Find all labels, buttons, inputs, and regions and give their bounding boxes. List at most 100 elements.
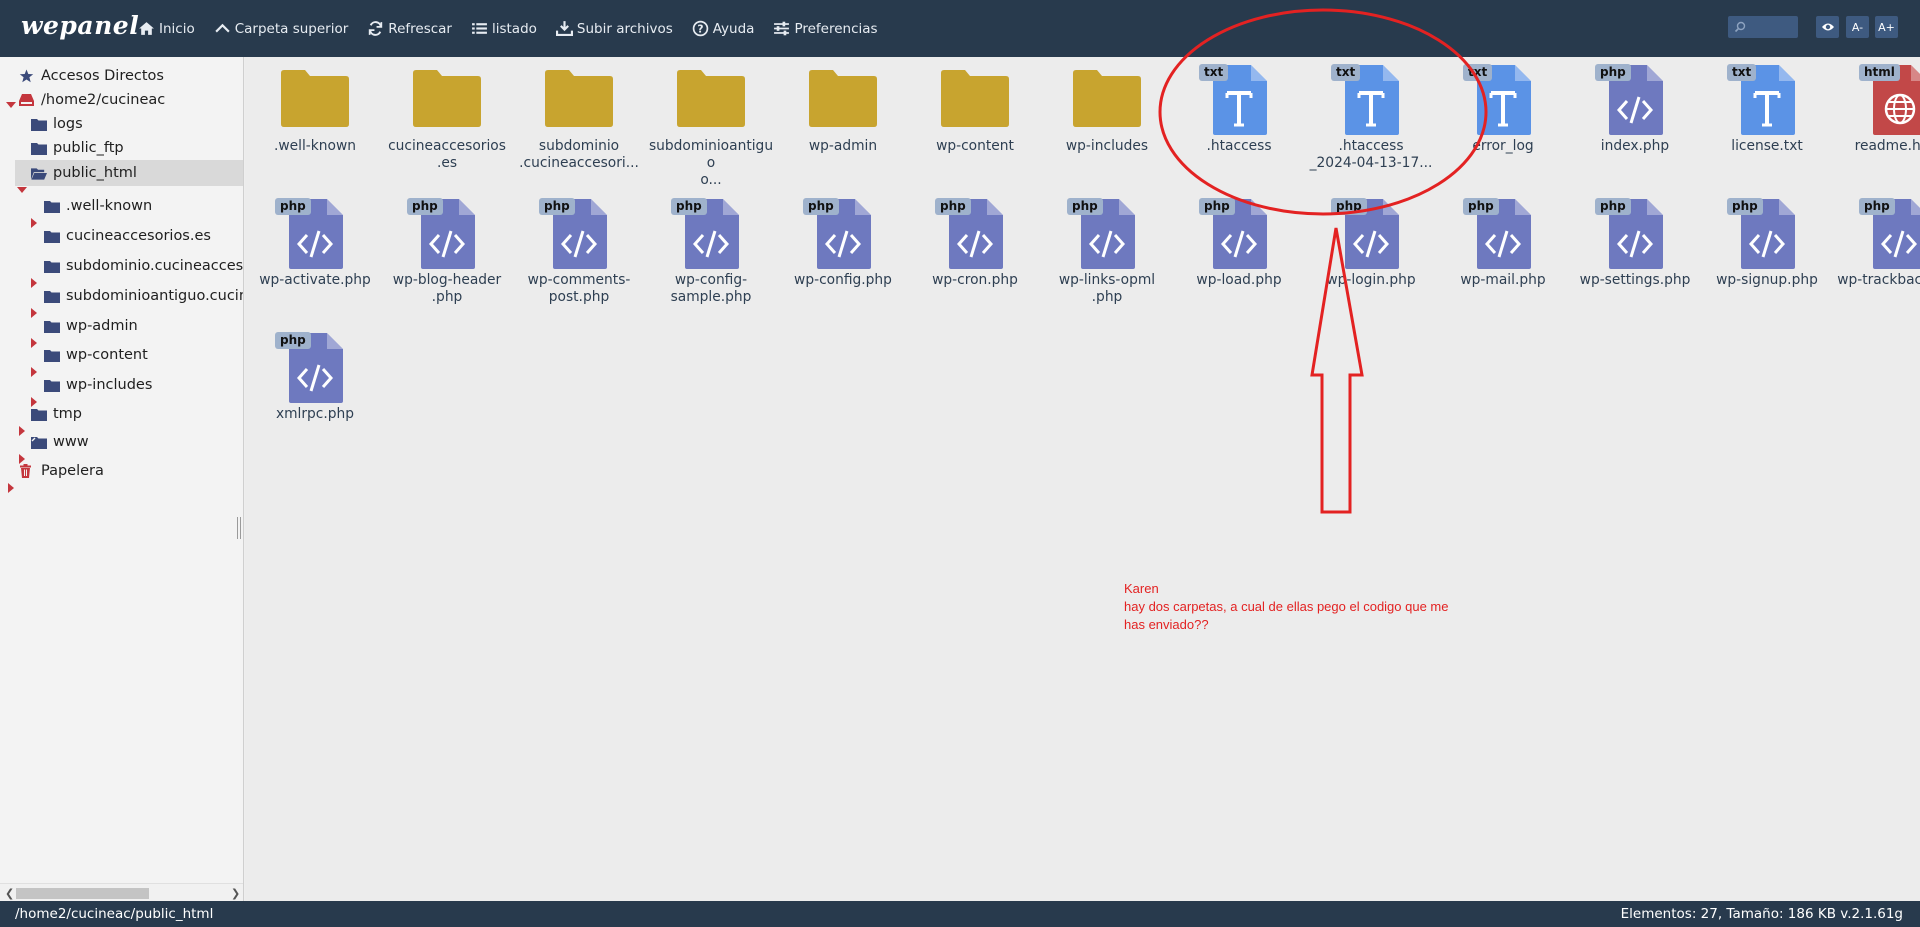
file-name: readme.html (1854, 138, 1920, 154)
tree-item-label: subdominio.cucineaccesorios.es (66, 258, 244, 274)
file-item[interactable]: php wp-config.php (778, 191, 908, 289)
scroll-left-arrow-icon[interactable]: ❮ (5, 887, 14, 900)
tree-root[interactable]: /home2/cucineac (19, 87, 165, 113)
tree-item-wp-content[interactable]: wp-content (44, 342, 148, 368)
file-item[interactable]: php wp-settings.php (1570, 191, 1700, 289)
refresh-label: Refrescar (388, 20, 452, 37)
file-item[interactable]: php wp-mail.php (1438, 191, 1568, 289)
folder-item[interactable]: wp-includes (1042, 57, 1172, 155)
tree-item-label: cucineaccesorios.es (66, 228, 211, 244)
file-name: license.txt (1731, 138, 1803, 154)
file-item[interactable]: php wp-links-opml .php (1042, 191, 1172, 306)
sidebar-horizontal-scrollbar[interactable]: ❮ ❯ (0, 883, 243, 901)
svg-text:?: ? (697, 23, 703, 36)
tree-item-subdominio[interactable]: subdominio.cucineaccesorios.es (44, 253, 244, 279)
tree-item-subdominioantiguo[interactable]: subdominioantiguo.cucineaccesorios.es (44, 283, 243, 309)
file-name: wp-login.php (1326, 272, 1416, 288)
file-type-badge: php (1199, 198, 1235, 215)
view-toggle-button[interactable] (1816, 16, 1839, 38)
tree-expand-caret[interactable] (31, 278, 37, 288)
file-item[interactable]: php wp-activate.php (250, 191, 380, 289)
upload-icon (555, 21, 573, 36)
file-type-badge: php (935, 198, 971, 215)
folder-item[interactable]: cucineaccesorios .es (382, 57, 512, 172)
search-input[interactable] (1728, 16, 1798, 38)
tree-collapse-caret[interactable] (17, 187, 27, 193)
scroll-right-arrow-icon[interactable]: ❯ (231, 887, 240, 900)
parent-folder-button[interactable]: Carpeta superior (214, 20, 348, 37)
tree-item-logs[interactable]: logs (31, 111, 83, 137)
upload-button[interactable]: Subir archivos (555, 20, 673, 37)
tree-trash[interactable]: Papelera (19, 458, 104, 484)
folder-tree-sidebar: Accesos Directos /home2/cucineac logs pu… (0, 57, 244, 901)
folder-icon (666, 57, 756, 135)
folder-item[interactable]: .well-known (250, 57, 380, 155)
file-item[interactable]: txt .htaccess (1174, 57, 1304, 155)
file-item[interactable]: php wp-comments- post.php (514, 191, 644, 306)
file-item[interactable]: php wp-cron.php (910, 191, 1040, 289)
php-file-icon: php (798, 191, 888, 269)
upload-label: Subir archivos (576, 20, 673, 37)
tree-expand-caret[interactable] (31, 308, 37, 318)
font-decrease-button[interactable]: A- (1846, 16, 1869, 38)
tree-item-public-html[interactable]: public_html (15, 160, 243, 186)
list-view-label: listado (491, 20, 537, 37)
file-item[interactable]: php wp-load.php (1174, 191, 1304, 289)
php-file-icon: php (1062, 191, 1152, 269)
tree-item-well-known[interactable]: .well-known (44, 193, 152, 219)
tree-item-tmp[interactable]: tmp (31, 401, 82, 427)
folder-icon (44, 319, 60, 333)
folder-item[interactable]: wp-admin (778, 57, 908, 155)
file-item[interactable]: php wp-signup.php (1702, 191, 1832, 289)
refresh-button[interactable]: Refrescar (367, 20, 452, 37)
file-item[interactable]: txt error_log (1438, 57, 1568, 155)
tree-expand-caret[interactable] (31, 218, 37, 228)
tree-item-public-ftp[interactable]: public_ftp (31, 135, 124, 161)
folder-item[interactable]: wp-content (910, 57, 1040, 155)
tree-root-caret[interactable] (6, 102, 16, 108)
tree-expand-caret[interactable] (31, 367, 37, 377)
tree-shortcuts[interactable]: Accesos Directos (19, 63, 164, 89)
current-path: /home2/cucineac/public_html (15, 906, 214, 922)
preferences-button[interactable]: Preferencias (773, 20, 878, 37)
file-item[interactable]: txt .htaccess _2024-04-13-17... (1306, 57, 1436, 172)
file-name: .htaccess (1206, 138, 1272, 154)
file-item[interactable]: php wp-login.php (1306, 191, 1436, 289)
file-item[interactable]: php wp-config- sample.php (646, 191, 776, 306)
file-type-badge: txt (1463, 64, 1493, 81)
file-item[interactable]: html readme.html (1834, 57, 1920, 155)
tree-expand-caret[interactable] (8, 483, 14, 493)
file-item[interactable]: php index.php (1570, 57, 1700, 155)
help-label: Ayuda (712, 20, 755, 37)
tree-shortcuts-label: Accesos Directos (41, 68, 164, 84)
file-type-badge: php (1595, 64, 1631, 81)
html-file-icon: html (1854, 57, 1920, 135)
tree-item-wp-admin[interactable]: wp-admin (44, 313, 138, 339)
chevron-up-icon (215, 23, 230, 33)
file-item[interactable]: php xmlrpc.php (250, 325, 380, 423)
tree-expand-caret[interactable] (31, 338, 37, 348)
list-view-button[interactable]: listado (471, 20, 537, 37)
folder-icon (31, 141, 47, 155)
tree-item-wp-includes[interactable]: wp-includes (44, 372, 152, 398)
file-name: xmlrpc.php (275, 406, 355, 422)
preferences-label: Preferencias (794, 20, 878, 37)
php-file-icon: php (1590, 57, 1680, 135)
file-item[interactable]: php wp-trackback.php (1834, 191, 1920, 289)
tree-expand-caret[interactable] (19, 426, 25, 436)
top-toolbar: wepanel Inicio Carpeta superior Refresca… (0, 0, 1920, 57)
file-item[interactable]: php wp-blog-header .php (382, 191, 512, 306)
folder-open-icon (31, 166, 47, 180)
file-item[interactable]: txt license.txt (1702, 57, 1832, 155)
splitter-handle[interactable] (237, 517, 241, 539)
font-increase-button[interactable]: A+ (1875, 16, 1898, 38)
folder-item[interactable]: subdominio .cucineaccesori... (514, 57, 644, 172)
scrollbar-thumb[interactable] (16, 888, 149, 899)
tree-item-cucineaccesorios[interactable]: cucineaccesorios.es (44, 223, 211, 249)
file-name: index.php (1600, 138, 1670, 154)
folder-item[interactable]: subdominioantiguo o... (646, 57, 776, 189)
help-button[interactable]: ? Ayuda (692, 20, 755, 37)
home-button[interactable]: Inicio (138, 20, 195, 37)
file-name: wp-includes (1065, 138, 1149, 154)
tree-item-www[interactable]: www (31, 429, 89, 455)
